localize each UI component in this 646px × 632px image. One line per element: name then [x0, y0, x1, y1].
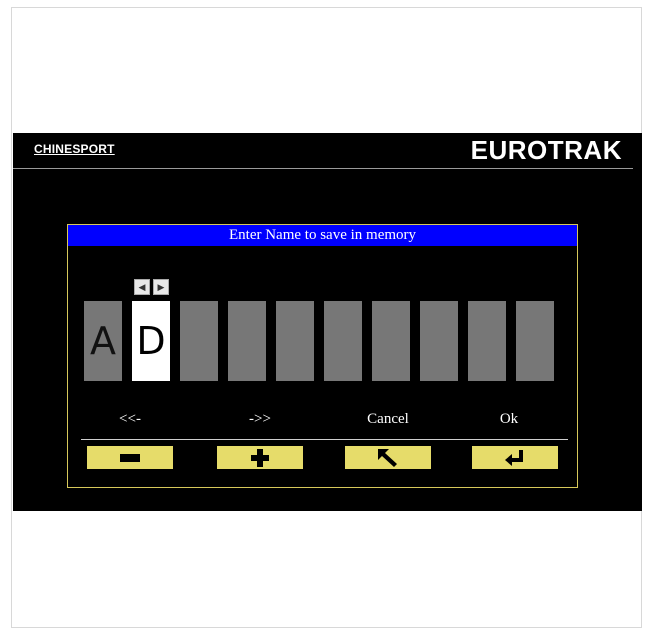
- cursor-right-icon[interactable]: ▶: [153, 279, 169, 295]
- minus-button[interactable]: [87, 446, 173, 469]
- char-slot-6[interactable]: [324, 301, 362, 381]
- char-slot-5[interactable]: [276, 301, 314, 381]
- char-slot-1[interactable]: A: [84, 301, 122, 381]
- header-divider: [13, 168, 633, 169]
- prev-char-label: <<-: [119, 411, 141, 427]
- char-slot-2-active[interactable]: D: [132, 301, 170, 381]
- char-slot-3[interactable]: [180, 301, 218, 381]
- cancel-label: Cancel: [367, 411, 409, 427]
- save-name-dialog: Enter Name to save in memory ◀ ▶ A D <<-…: [67, 224, 578, 488]
- eurotrak-logo: EUROTRAK: [470, 135, 622, 165]
- char-slot-9[interactable]: [468, 301, 506, 381]
- arrow-up-left-icon: [378, 448, 397, 467]
- enter-return-icon: [505, 449, 523, 466]
- plus-button[interactable]: [217, 446, 303, 469]
- cancel-button[interactable]: [345, 446, 431, 469]
- cursor-arrows[interactable]: ◀ ▶: [134, 279, 171, 295]
- ok-button[interactable]: [472, 446, 558, 469]
- device-screen: CHINESPORT EUROTRAK Enter Name to save i…: [13, 133, 642, 511]
- plus-icon: [251, 448, 269, 467]
- char-slot-10[interactable]: [516, 301, 554, 381]
- dialog-title: Enter Name to save in memory: [68, 225, 577, 246]
- labels-divider: [81, 439, 568, 440]
- chinesport-logo: CHINESPORT: [34, 142, 115, 156]
- char-slot-8[interactable]: [420, 301, 458, 381]
- char-slot-4[interactable]: [228, 301, 266, 381]
- next-char-label: ->>: [249, 411, 271, 427]
- char-slot-7[interactable]: [372, 301, 410, 381]
- ok-label: Ok: [499, 411, 519, 427]
- minus-icon: [120, 453, 140, 462]
- cursor-left-icon[interactable]: ◀: [134, 279, 150, 295]
